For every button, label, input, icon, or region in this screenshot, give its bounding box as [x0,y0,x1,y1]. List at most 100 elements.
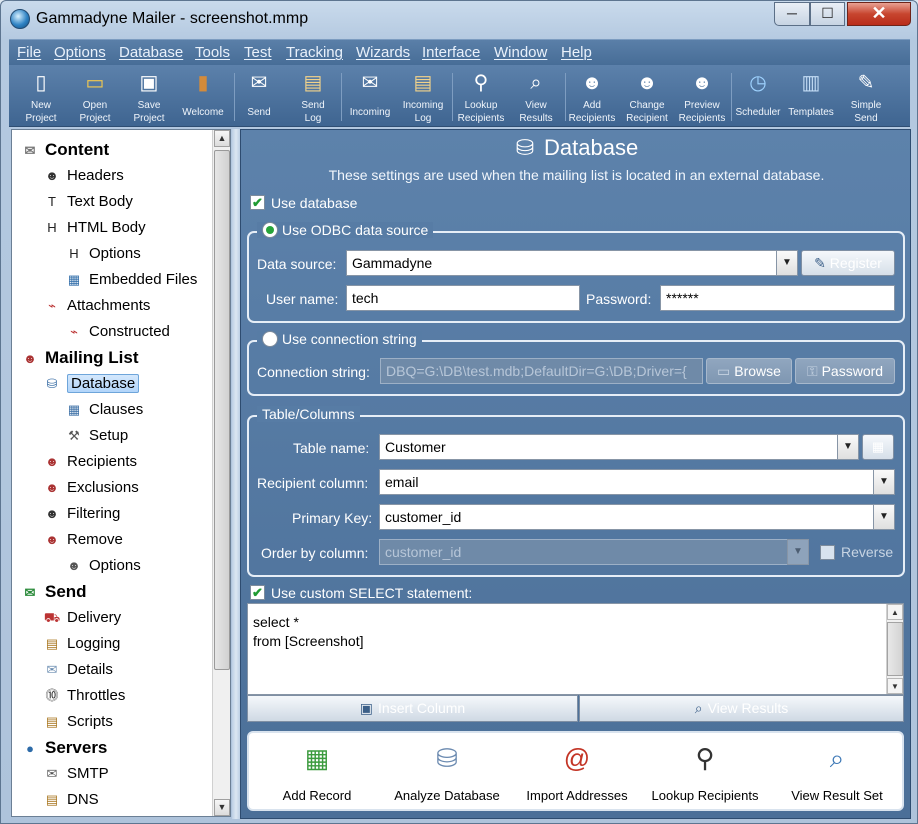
toolbar-save-project-button[interactable]: ▣ Save Project [121,68,177,124]
sidebar-item-recipients[interactable]: ☻ Recipients [42,451,137,475]
connection-string-input[interactable]: DBQ=G:\DB\test.mdb;DefaultDir=G:\DB;Driv… [380,358,703,384]
chevron-down-icon[interactable]: ▼ [873,504,895,530]
odbc-radio[interactable] [262,222,278,238]
sidebar-item-send[interactable]: ✉ Send [20,581,87,605]
custom-select-checkbox[interactable]: ✔ [250,585,265,600]
sql-scrollbar[interactable]: ▲ ▼ [886,604,903,694]
sidebar-item-servers[interactable]: ● Servers [20,737,107,761]
menu-interface[interactable]: Interface [422,44,480,61]
recipient-column-select[interactable]: email ▼ [379,469,895,495]
view-results-button[interactable]: ⌕ View Results [579,695,904,722]
register-button[interactable]: ✎ Register [801,250,895,276]
table-name-select[interactable]: Customer ▼ [379,434,859,460]
menu-window[interactable]: Window [494,44,547,61]
use-database-checkbox[interactable]: ✔ [250,195,265,210]
sidebar-item-mailing-list[interactable]: ☻ Mailing List [20,347,138,371]
connection-password-button[interactable]: ⚿ Password [795,358,895,384]
menu-tracking[interactable]: Tracking [286,44,343,61]
sidebar-item-throttles[interactable]: ⓾ Throttles [42,685,125,709]
password-input[interactable]: ****** [660,285,895,311]
insert-column-button[interactable]: ▣ Insert Column [247,695,578,722]
menu-test[interactable]: Test [244,44,272,61]
toolbar-send-button[interactable]: ✉ Send [235,68,283,124]
data-source-select[interactable]: Gammadyne ▼ [346,250,798,276]
sidebar-item-options[interactable]: H Options [64,243,140,267]
toolbar-lookup-recipients-button[interactable]: ⚲ Lookup Recipients [453,68,509,124]
connection-password-label: Password [821,363,884,379]
table-name-label: Table name: [293,440,370,456]
browse-button[interactable]: ▭ Browse [706,358,792,384]
sidebar-item-html-body[interactable]: H HTML Body [42,217,145,241]
table-browser-button[interactable]: ▦ [862,434,894,460]
scroll-up-icon[interactable]: ▲ [887,604,903,620]
sidebar-item-content[interactable]: ✉ Content [20,139,110,163]
order-by-select[interactable]: customer_id ▼ [379,539,809,565]
chevron-down-icon[interactable]: ▼ [837,434,859,460]
tree-scrollbar[interactable]: ▲ ▼ [212,130,230,816]
chevron-down-icon[interactable]: ▼ [873,469,895,495]
reverse-checkbox[interactable] [820,545,835,560]
sidebar-item-clauses[interactable]: ▦ Clauses [64,399,143,423]
maximize-button[interactable]: ☐ [810,2,845,26]
view-result-set-action[interactable]: ⌕ View Result Set [781,739,893,807]
toolbar-scheduler-button[interactable]: ◷ Scheduler [731,68,785,124]
primary-key-select[interactable]: customer_id ▼ [379,504,895,530]
sidebar-item-text-body[interactable]: T Text Body [42,191,133,215]
chevron-down-icon[interactable]: ▼ [787,539,809,565]
toolbar-send-log-button[interactable]: ▤ Send Log [287,68,339,124]
sidebar-item-constructed[interactable]: ⌁ Constructed [64,321,170,345]
sidebar-item-scripts[interactable]: ▤ Scripts [42,711,113,735]
connection-radio[interactable] [262,331,278,347]
minimize-button[interactable]: ─ [774,2,810,26]
toolbar-templates-button[interactable]: ▥ Templates [783,68,839,124]
toolbar-new-project-button[interactable]: ▯ New Project [13,68,69,124]
toolbar-simple-send-button[interactable]: ✎ Simple Send [839,68,893,124]
toolbar-change-recipient-button[interactable]: ☻ Change Recipient [619,68,675,124]
dns-icon: ▤ [45,792,59,808]
sidebar-item-smtp[interactable]: ✉ SMTP [42,763,109,787]
toolbar-incoming-button[interactable]: ✉ Incoming [343,68,397,124]
scroll-up-icon[interactable]: ▲ [214,130,230,147]
sidebar-item-embedded-files[interactable]: ▦ Embedded Files [64,269,198,293]
toolbar-open-project-button[interactable]: ▭ Open Project [67,68,123,124]
sidebar-item-logging[interactable]: ▤ Logging [42,633,121,657]
action-panel: ▦ Add Record ⛁ Analyze Database @ Import… [247,731,904,811]
panel-splitter[interactable] [232,129,240,819]
sidebar-item-attachments[interactable]: ⌁ Attachments [42,295,150,319]
sidebar-item-remove[interactable]: ☻ Remove [42,529,123,553]
analyze-database-action[interactable]: ⛁ Analyze Database [391,739,503,807]
menu-options[interactable]: Options [54,44,106,61]
sidebar-item-filtering[interactable]: ☻ Filtering [42,503,120,527]
close-button[interactable]: ✕ [847,2,911,26]
sidebar-item-options[interactable]: ☻ Options [64,555,141,579]
toolbar-add-recipients-button[interactable]: ☻ Add Recipients [565,68,619,124]
scroll-down-icon[interactable]: ▼ [887,678,903,694]
toolbar-preview-recipients-button[interactable]: ☻ Preview Recipients [673,68,731,124]
scroll-thumb[interactable] [887,622,903,676]
menu-database[interactable]: Database [119,44,183,61]
chevron-down-icon[interactable]: ▼ [776,250,798,276]
toolbar-view-results-button[interactable]: ⌕ View Results [509,68,563,124]
sidebar-item-headers[interactable]: ☻ Headers [42,165,124,189]
sidebar-item-setup[interactable]: ⚒ Setup [64,425,128,449]
lookup-recipients-action[interactable]: ⚲ Lookup Recipients [649,739,761,807]
sidebar-item-delivery[interactable]: ⛟ Delivery [42,607,121,631]
toolbar-welcome-button[interactable]: ▮ Welcome [175,68,231,124]
toolbar-incoming-log-button[interactable]: ▤ Incoming Log [397,68,449,124]
user-name-input[interactable]: tech [346,285,580,311]
sql-editor[interactable]: select * from [Screenshot] ▲ ▼ [247,603,904,695]
menu-file[interactable]: File [17,44,41,61]
sidebar-item-dns[interactable]: ▤ DNS [42,789,99,813]
scroll-thumb[interactable] [214,150,230,670]
sidebar-item-exclusions[interactable]: ☻ Exclusions [42,477,139,501]
import-addresses-action[interactable]: @ Import Addresses [521,739,633,807]
connection-label: Use connection string [282,331,417,347]
menu-wizards[interactable]: Wizards [356,44,410,61]
menu-help[interactable]: Help [561,44,592,61]
scroll-down-icon[interactable]: ▼ [214,799,230,816]
menu-tools[interactable]: Tools [195,44,230,61]
sidebar-item-database[interactable]: ⛁ Database [42,373,140,397]
app-window: Gammadyne Mailer - screenshot.mmp ─ ☐ ✕ … [0,0,918,824]
sidebar-item-details[interactable]: ✉ Details [42,659,113,683]
add-record-action[interactable]: ▦ Add Record [271,739,363,807]
